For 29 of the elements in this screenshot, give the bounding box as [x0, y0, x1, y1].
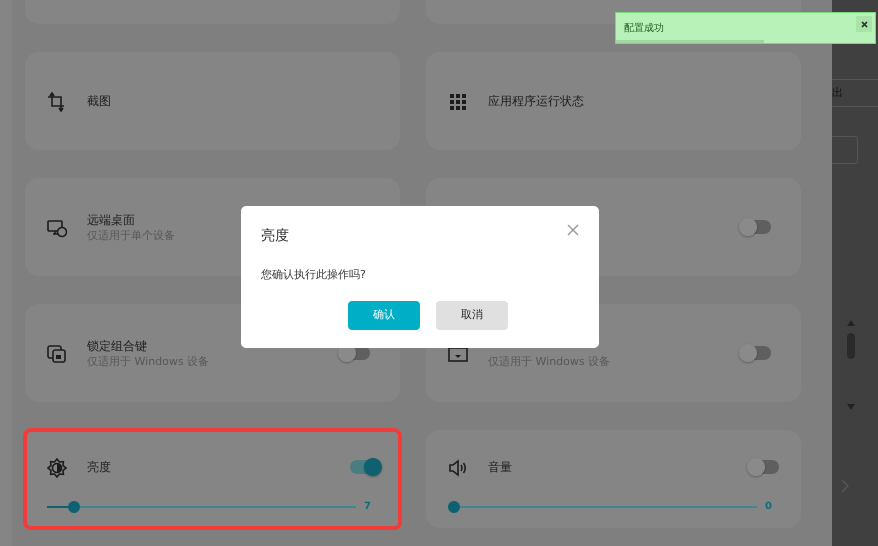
- slider-thumb[interactable]: [448, 500, 460, 512]
- close-icon[interactable]: [860, 20, 868, 28]
- card-title: 应用程序运行状态: [488, 93, 584, 109]
- speaker-icon: [448, 458, 468, 478]
- cancel-button[interactable]: 取消: [436, 300, 508, 330]
- grid-icon: [448, 92, 468, 112]
- card-title: 音量: [488, 459, 512, 475]
- crop-icon: [47, 92, 67, 112]
- dialog-message: 您确认执行此操作吗?: [261, 267, 367, 283]
- slider-thumb[interactable]: [68, 500, 80, 512]
- slider-value: 7: [364, 500, 372, 514]
- slider-track[interactable]: [47, 500, 356, 512]
- input-field[interactable]: [832, 136, 858, 164]
- card-title: 锁定组合键: [87, 338, 148, 354]
- scroll-up-icon[interactable]: [846, 319, 856, 327]
- lock-icon: [47, 344, 67, 364]
- slider-track[interactable]: [448, 500, 757, 512]
- card-title: 亮度: [87, 459, 111, 475]
- panel-row: [832, 79, 878, 107]
- scroll-down-icon[interactable]: [846, 403, 856, 411]
- monitor-icon: [47, 218, 67, 238]
- toast-message: 配置成功: [624, 22, 664, 36]
- confirm-button[interactable]: 确认: [348, 300, 420, 330]
- slider-value: 0: [765, 500, 773, 514]
- card-title: 远端桌面: [87, 212, 136, 228]
- close-button[interactable]: [856, 16, 872, 32]
- card-title: 截图: [87, 93, 111, 109]
- dialog-title: 亮度: [261, 227, 289, 246]
- brightness-icon: [47, 458, 67, 478]
